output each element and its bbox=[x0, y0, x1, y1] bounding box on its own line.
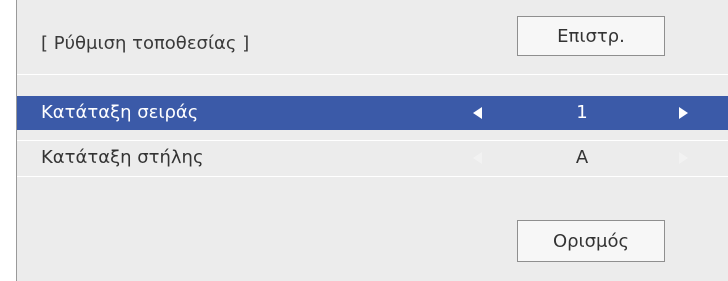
header-divider bbox=[17, 74, 728, 75]
set-button[interactable]: Ορισμός bbox=[517, 220, 665, 262]
row-order-label: Κατάταξη σειράς bbox=[41, 102, 199, 123]
location-settings-panel: [ Ρύθμιση τοποθεσίας ] Επιστρ. Κατάταξη … bbox=[16, 0, 728, 281]
column-order-label: Κατάταξη στήλης bbox=[41, 147, 204, 168]
triangle-right-icon[interactable] bbox=[679, 152, 688, 164]
triangle-left-icon[interactable] bbox=[473, 152, 482, 164]
page-title: [ Ρύθμιση τοποθεσίας ] bbox=[41, 33, 250, 54]
row-divider bbox=[17, 176, 728, 177]
column-order-value: A bbox=[575, 147, 589, 168]
back-button[interactable]: Επιστρ. bbox=[517, 16, 665, 56]
triangle-right-icon[interactable] bbox=[679, 107, 688, 119]
row-order-setting[interactable]: Κατάταξη σειράς 1 bbox=[17, 96, 728, 130]
triangle-left-icon[interactable] bbox=[473, 107, 482, 119]
column-order-setting[interactable]: Κατάταξη στήλης A bbox=[17, 141, 728, 175]
row-order-value: 1 bbox=[576, 102, 588, 123]
